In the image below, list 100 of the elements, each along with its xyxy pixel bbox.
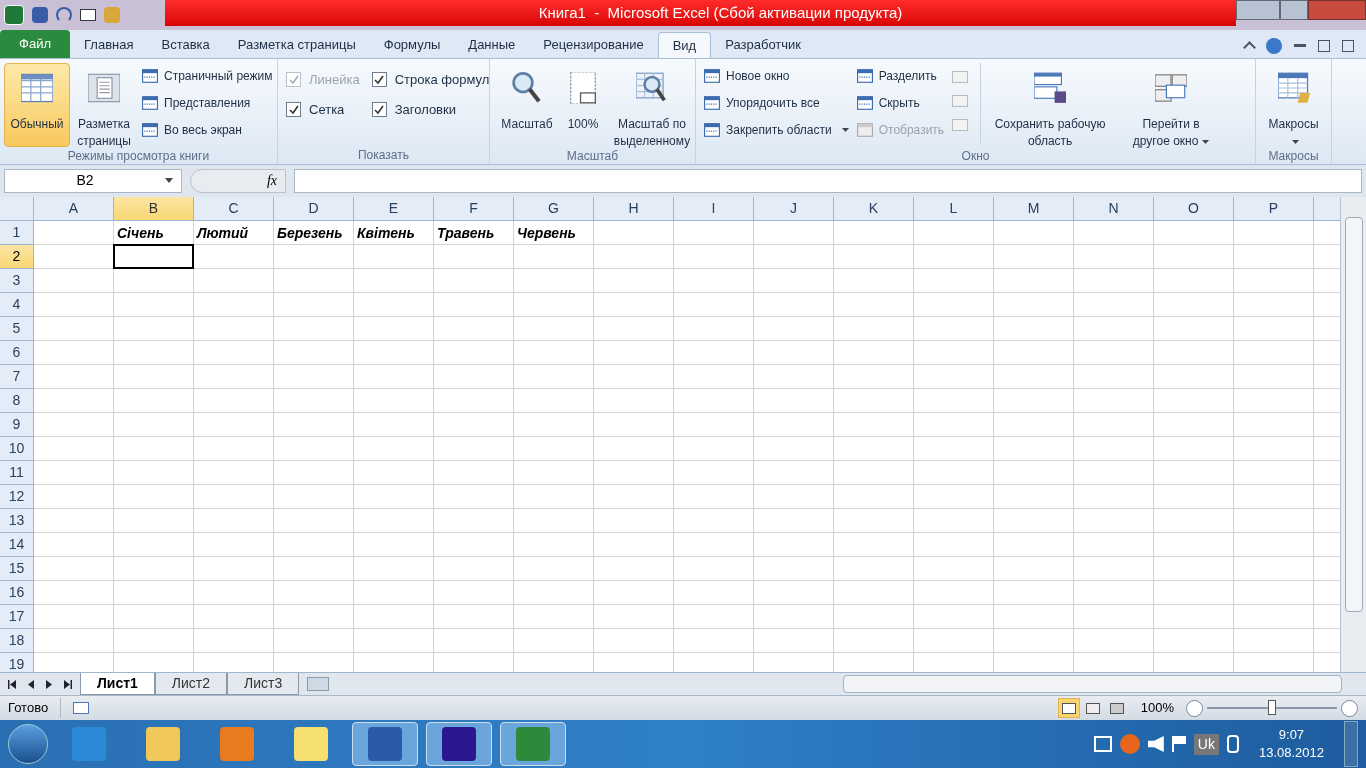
status-text: Готово [8,698,62,718]
ribbon-item[interactable]: Упорядочить все [704,89,849,117]
zoom-out-icon[interactable] [1186,699,1203,717]
checkbox[interactable]: Сетка [286,100,360,119]
sheet-tab[interactable]: Лист2 [154,673,228,696]
column-header[interactable]: J [754,196,834,220]
first-sheet-icon[interactable] [8,679,16,689]
sheet-tab[interactable]: Лист3 [227,673,300,696]
checkbox[interactable]: Строка формул [371,70,490,89]
ribbon-tab[interactable]: Разработчик [711,31,816,58]
ribbon-tab[interactable]: Рецензирование [529,31,658,58]
ribbon-item[interactable]: Скрыть [856,89,945,117]
caret-icon[interactable] [1202,139,1210,144]
row-header[interactable]: 9 [0,412,34,437]
undo-icon[interactable] [56,6,72,23]
taskbar-app[interactable] [352,722,418,767]
column-header[interactable]: K [834,196,914,220]
column-header[interactable]: B [114,196,194,220]
ribbon-item[interactable]: Разделить [856,62,945,90]
column-header[interactable]: D [274,196,354,220]
sheet-tab[interactable]: Лист1 [80,673,155,696]
formula-field[interactable] [294,168,1362,193]
windows-icon [1155,71,1188,104]
clock[interactable]: 9:07 13.08.2012 [1246,726,1336,763]
language-indicator[interactable]: Uk [1193,733,1219,755]
column-header[interactable]: C [194,196,274,220]
ribbon-button[interactable]: Сохранить рабочую область [989,62,1112,147]
ribbon-tab[interactable]: Разметка страницы [223,31,370,58]
start-button[interactable] [8,724,48,765]
show-desktop-button[interactable] [1344,721,1358,768]
column-header[interactable]: G [514,196,594,220]
row-header[interactable]: 10 [0,436,34,461]
ribbon-button[interactable]: Обычный [4,62,70,147]
ribbon-button[interactable]: 100% [560,62,606,147]
zoom-level[interactable]: 100% [1140,698,1174,718]
column-header[interactable]: O [1154,196,1234,220]
row-header[interactable]: 8 [0,388,34,413]
row-header[interactable]: 11 [0,460,34,485]
ribbon-button[interactable]: Разметка страницы [70,62,138,147]
horizontal-scrollbar[interactable] [843,675,1342,694]
window-save-icon [1034,71,1067,104]
column-header[interactable]: L [914,196,994,220]
row-header[interactable]: 16 [0,580,34,605]
vertical-scrollbar[interactable] [1344,216,1363,612]
file-tab[interactable]: Файл [0,29,70,58]
ribbon-button[interactable]: Перейти в другое окно [1119,62,1224,147]
table-cell: Червень [517,224,576,242]
ribbon-item[interactable]: Закрепить области [704,116,849,144]
row-header[interactable]: 17 [0,604,34,629]
zoom-slider-thumb[interactable] [1268,700,1276,716]
row-header[interactable]: 5 [0,316,34,341]
row-header[interactable]: 7 [0,364,34,389]
row-header[interactable]: 13 [0,508,34,533]
insert-function-button[interactable]: fx [190,168,286,193]
caret-icon[interactable] [841,128,849,133]
ribbon-item[interactable]: Представления [142,89,273,117]
column-header[interactable]: M [994,196,1074,220]
previous-sheet-icon[interactable] [28,679,34,689]
ribbon-tab[interactable]: Формулы [369,31,455,58]
window-icon [142,122,158,139]
ribbon-tab[interactable]: Вставка [147,31,224,58]
new-sheet-icon[interactable] [307,677,330,692]
column-header[interactable]: I [674,196,754,220]
window-icon [704,95,720,112]
column-header[interactable]: E [354,196,434,220]
ribbon-item[interactable]: Новое окно [704,62,849,90]
row-header[interactable]: 19 [0,652,34,673]
flag-icon[interactable] [1171,736,1186,753]
name-box[interactable]: B2 [4,168,182,193]
next-sheet-icon[interactable] [46,679,52,689]
ribbon-tab[interactable]: Вид [657,31,712,58]
ribbon-button[interactable]: Масштаб по выделенному [606,62,698,147]
ribbon-tab[interactable]: Главная [70,31,148,58]
checkbox[interactable]: Заголовки [371,100,490,119]
grid-icon [21,71,53,104]
row-header[interactable]: 4 [0,292,34,317]
row-header[interactable]: 3 [0,268,34,293]
row-header[interactable]: 6 [0,340,34,365]
last-sheet-icon[interactable] [64,679,72,689]
column-header[interactable]: F [434,196,514,220]
column-header[interactable]: N [1074,196,1154,220]
ribbon-item[interactable]: Страничный режим [142,62,273,90]
zoom-in-icon[interactable] [1341,699,1358,717]
row-header[interactable]: 1 [0,220,34,245]
active-cell[interactable] [113,243,194,269]
ribbon-tab[interactable]: Данные [454,31,530,58]
column-header[interactable]: H [594,196,674,220]
column-header[interactable]: P [1234,196,1314,220]
row-header[interactable]: 12 [0,484,34,509]
table-cell: Квітень [357,224,415,242]
row-header[interactable]: 15 [0,556,34,581]
row-header[interactable]: 2 [0,244,34,269]
taskbar-app[interactable] [426,722,492,767]
ribbon-button[interactable]: Масштаб [494,62,560,147]
caret-icon[interactable] [1292,139,1299,144]
ribbon-button[interactable]: Макросы [1260,62,1327,147]
view-button[interactable] [1057,698,1080,719]
row-header[interactable]: 14 [0,532,34,557]
row-header[interactable]: 18 [0,628,34,653]
ribbon-item[interactable]: Во весь экран [142,116,273,144]
